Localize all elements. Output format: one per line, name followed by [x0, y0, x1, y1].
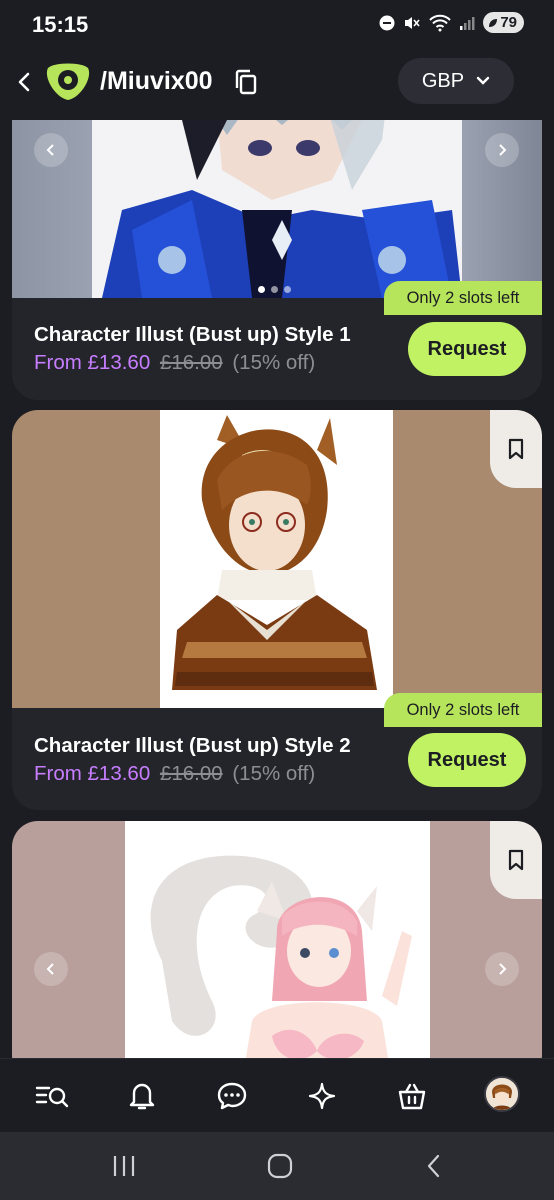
status-time: 15:15 [32, 12, 89, 37]
bottom-nav [0, 1058, 554, 1132]
copy-button[interactable] [233, 68, 259, 96]
listing-title[interactable]: Character Illust (Bust up) Style 2 [34, 734, 351, 758]
bell-icon [129, 1083, 155, 1110]
listing-card[interactable] [12, 821, 542, 1058]
top-bar: /Miuvix00 GBP [0, 50, 554, 120]
shopping-bag-icon [398, 1083, 426, 1110]
price-line: From £13.60 £16.00 (15% off) [34, 762, 315, 786]
profile-avatar[interactable] [484, 1076, 520, 1112]
recent-apps-icon [113, 1156, 135, 1176]
battery-indicator: 79 [483, 12, 524, 33]
nav-notifications[interactable] [123, 1077, 161, 1115]
listing-card[interactable]: Only 2 slots left Character Illust (Bust… [12, 410, 542, 810]
carousel-dots [258, 286, 291, 293]
back-button[interactable] [10, 68, 38, 96]
carousel-next-button[interactable] [485, 952, 519, 986]
listing-artwork [12, 821, 542, 1058]
carousel-dot[interactable] [284, 286, 291, 293]
battery-leaf-icon [489, 18, 498, 27]
system-back-button[interactable] [416, 1150, 452, 1182]
bookmark-button[interactable] [490, 821, 542, 899]
status-bar: 15:15 79 [0, 0, 554, 50]
nav-browse[interactable] [33, 1077, 71, 1115]
request-button[interactable]: Request [408, 733, 526, 787]
chevron-down-icon [476, 76, 490, 85]
listing-title[interactable]: Character Illust (Bust up) Style 1 [34, 323, 351, 347]
do-not-disturb-icon [379, 15, 395, 30]
currency-selector[interactable]: GBP [398, 58, 514, 104]
brand-logo[interactable] [44, 60, 92, 102]
profile-name: /Miuvix00 [100, 67, 213, 95]
bookmark-icon [508, 849, 524, 871]
back-arrow-icon [18, 72, 30, 92]
nav-shop[interactable] [393, 1077, 431, 1115]
wifi-icon [429, 14, 452, 31]
discount-label: (15% off) [232, 762, 316, 785]
avatar-image [486, 1078, 518, 1110]
sparkle-icon [308, 1082, 336, 1110]
system-nav-bar [0, 1132, 554, 1200]
carousel-dot[interactable] [258, 286, 265, 293]
price-line: From £13.60 £16.00 (15% off) [34, 351, 315, 375]
price-from: From £13.60 [34, 762, 151, 785]
mute-icon [405, 16, 420, 29]
home-icon [267, 1153, 293, 1179]
listing-feed[interactable]: Only 2 slots left Character Illust (Bust… [0, 120, 554, 1058]
carousel-dot[interactable] [271, 286, 278, 293]
chevron-left-icon [46, 963, 54, 975]
bookmark-button[interactable] [490, 410, 542, 488]
listing-image-carousel[interactable] [12, 120, 542, 298]
recent-apps-button[interactable] [106, 1150, 142, 1182]
carousel-prev-button[interactable] [34, 952, 68, 986]
nav-messages[interactable] [213, 1077, 251, 1115]
listing-image-carousel[interactable] [12, 821, 542, 1058]
chevron-right-icon [499, 963, 507, 975]
nav-discover[interactable] [303, 1077, 341, 1115]
chevron-right-icon [499, 144, 507, 156]
chat-bubble-icon [217, 1082, 247, 1110]
signal-icon [460, 16, 475, 30]
chevron-left-icon [46, 144, 54, 156]
bookmark-icon [508, 438, 524, 460]
listing-card[interactable]: Only 2 slots left Character Illust (Bust… [12, 120, 542, 400]
carousel-next-button[interactable] [485, 133, 519, 167]
slots-badge: Only 2 slots left [384, 693, 542, 727]
home-button[interactable] [262, 1150, 298, 1182]
price-original: £16.00 [159, 351, 223, 374]
request-button[interactable]: Request [408, 322, 526, 376]
copy-icon [235, 69, 257, 95]
browse-search-icon [35, 1086, 69, 1108]
price-original: £16.00 [159, 762, 223, 785]
listing-artwork [12, 120, 542, 298]
currency-label: GBP [421, 69, 465, 92]
battery-level: 79 [500, 14, 517, 31]
listing-artwork [12, 410, 542, 708]
discount-label: (15% off) [232, 351, 316, 374]
carousel-prev-button[interactable] [34, 133, 68, 167]
price-from: From £13.60 [34, 351, 151, 374]
status-icons: 79 [379, 12, 524, 33]
back-icon [427, 1154, 440, 1178]
listing-image[interactable] [12, 410, 542, 708]
slots-badge: Only 2 slots left [384, 281, 542, 315]
